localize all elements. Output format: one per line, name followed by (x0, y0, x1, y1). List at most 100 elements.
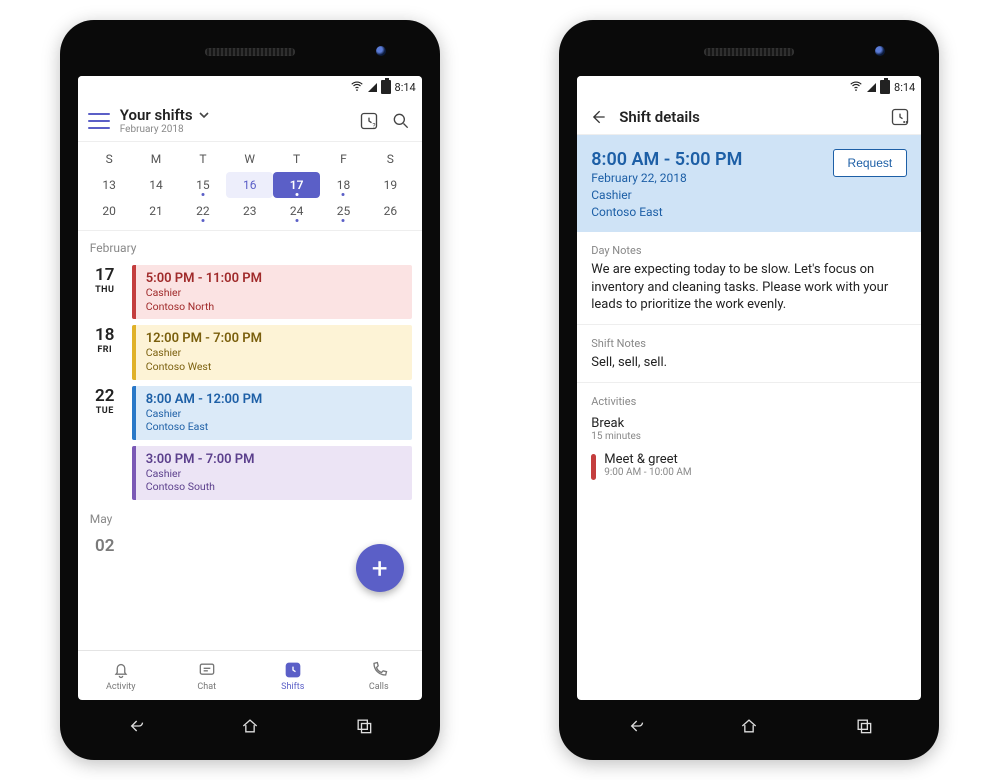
tab-shifts[interactable]: Shifts (250, 651, 336, 700)
shift-notes-label: Shift Notes (577, 325, 921, 354)
android-status-bar: 8:14 (78, 76, 422, 98)
wifi-icon (350, 79, 364, 96)
shift-list[interactable]: February 17 THU 5:00 PM - 11:00 PM Cashi… (78, 231, 422, 650)
app-header: Your shifts February 2018 ? (78, 98, 422, 142)
clock-settings-icon[interactable] (889, 106, 911, 128)
dow: F (320, 146, 367, 172)
page-subtitle: February 2018 (120, 124, 348, 135)
shift-card[interactable]: 12:00 PM - 7:00 PM Cashier Contoso West (132, 325, 412, 379)
day-label: 22 TUE (88, 386, 122, 501)
shift-role: Cashier (146, 346, 402, 360)
day-17: 17 THU 5:00 PM - 11:00 PM Cashier Contos… (78, 261, 422, 321)
add-shift-fab[interactable]: + (356, 544, 404, 592)
day-notes-label: Day Notes (577, 232, 921, 261)
shift-card[interactable]: 8:00 AM - 12:00 PM Cashier Contoso East (132, 386, 412, 440)
dow: M (133, 146, 180, 172)
activity-break[interactable]: Break 15 minutes (577, 412, 921, 446)
calendar-week-2: 20 21 22 23 24 25 26 (86, 198, 414, 224)
shift-card[interactable]: 3:00 PM - 7:00 PM Cashier Contoso South (132, 446, 412, 500)
shift-time: 12:00 PM - 7:00 PM (146, 331, 402, 346)
day-label: 17 THU (88, 265, 122, 319)
cal-day-selected[interactable]: 17 (273, 172, 320, 198)
android-softkeys (577, 710, 921, 746)
android-status-bar: 8:14 (577, 76, 921, 98)
phone-speaker (205, 48, 295, 56)
day-label: 02 (88, 536, 122, 556)
shift-role: Cashier (146, 467, 402, 481)
shift-location: Contoso West (146, 360, 402, 374)
tab-chat[interactable]: Chat (164, 651, 250, 700)
cal-day[interactable]: 14 (133, 172, 180, 198)
svg-text:?: ? (372, 121, 375, 129)
phone-camera (376, 46, 386, 56)
dow: S (86, 146, 133, 172)
cal-day[interactable]: 20 (86, 198, 133, 224)
cal-day[interactable]: 13 (86, 172, 133, 198)
app-header: Shift details (577, 98, 921, 135)
page-title: Your shifts (120, 106, 193, 124)
clock-help-icon[interactable]: ? (358, 110, 380, 132)
page-title: Shift details (619, 108, 700, 126)
dow: S (367, 146, 414, 172)
cal-day[interactable]: 15 (179, 172, 226, 198)
shift-time: 3:00 PM - 7:00 PM (146, 452, 402, 467)
shift-role: Cashier (146, 286, 402, 300)
shift-location: Contoso South (146, 480, 402, 494)
back-key[interactable] (125, 716, 145, 740)
activities-label: Activities (577, 383, 921, 412)
cal-day-today[interactable]: 16 (226, 172, 273, 198)
month-header: May (78, 502, 422, 532)
shift-role: Cashier (591, 187, 824, 204)
home-key[interactable] (739, 716, 759, 740)
status-time: 8:14 (395, 81, 416, 94)
shift-time: 5:00 PM - 11:00 PM (146, 271, 402, 286)
chat-icon (197, 660, 217, 680)
chevron-down-icon (199, 106, 209, 124)
status-time: 8:14 (894, 81, 915, 94)
shift-location: Contoso North (146, 300, 402, 314)
android-softkeys (78, 710, 422, 746)
cal-day[interactable]: 26 (367, 198, 414, 224)
cal-day[interactable]: 19 (367, 172, 414, 198)
activity-subtitle: 9:00 AM - 10:00 AM (604, 467, 691, 478)
shift-detail-content[interactable]: 8:00 AM - 5:00 PM February 22, 2018 Cash… (577, 135, 921, 700)
dow: T (273, 146, 320, 172)
cal-day[interactable]: 22 (179, 198, 226, 224)
shift-location: Contoso East (591, 204, 824, 221)
cal-day[interactable]: 23 (226, 198, 273, 224)
screen-your-shifts: 8:14 Your shifts February 2018 ? (78, 76, 422, 700)
request-button[interactable]: Request (833, 149, 908, 177)
shift-role: Cashier (146, 407, 402, 421)
phone-your-shifts: 8:14 Your shifts February 2018 ? (60, 20, 440, 760)
recents-key[interactable] (854, 716, 874, 740)
shift-summary-header: 8:00 AM - 5:00 PM February 22, 2018 Cash… (577, 135, 921, 232)
header-title-block[interactable]: Your shifts February 2018 (120, 106, 348, 135)
battery-icon (381, 80, 391, 94)
cal-day[interactable]: 25 (320, 198, 367, 224)
shift-card[interactable]: 5:00 PM - 11:00 PM Cashier Contoso North (132, 265, 412, 319)
recents-key[interactable] (354, 716, 374, 740)
back-button[interactable] (587, 106, 609, 128)
search-icon[interactable] (390, 110, 412, 132)
hamburger-menu-icon[interactable] (88, 113, 110, 129)
tab-calls[interactable]: Calls (336, 651, 422, 700)
home-key[interactable] (240, 716, 260, 740)
back-key[interactable] (625, 716, 645, 740)
bottom-tabs: Activity Chat Shifts Calls (78, 650, 422, 700)
phone-speaker (704, 48, 794, 56)
shift-location: Contoso East (146, 420, 402, 434)
signal-icon (867, 83, 876, 92)
battery-icon (880, 80, 890, 94)
cal-day[interactable]: 24 (273, 198, 320, 224)
activity-meet-greet[interactable]: Meet & greet 9:00 AM - 10:00 AM (577, 446, 921, 486)
calendar-week-1: 13 14 15 16 17 18 19 (86, 172, 414, 198)
day-18: 18 FRI 12:00 PM - 7:00 PM Cashier Contos… (78, 321, 422, 381)
cal-day[interactable]: 18 (320, 172, 367, 198)
dow: T (179, 146, 226, 172)
day-22: 22 TUE 8:00 AM - 12:00 PM Cashier Contos… (78, 382, 422, 503)
cal-day[interactable]: 21 (133, 198, 180, 224)
wifi-icon (849, 79, 863, 96)
tab-activity[interactable]: Activity (78, 651, 164, 700)
shift-time: 8:00 AM - 12:00 PM (146, 392, 402, 407)
day-label: 18 FRI (88, 325, 122, 379)
